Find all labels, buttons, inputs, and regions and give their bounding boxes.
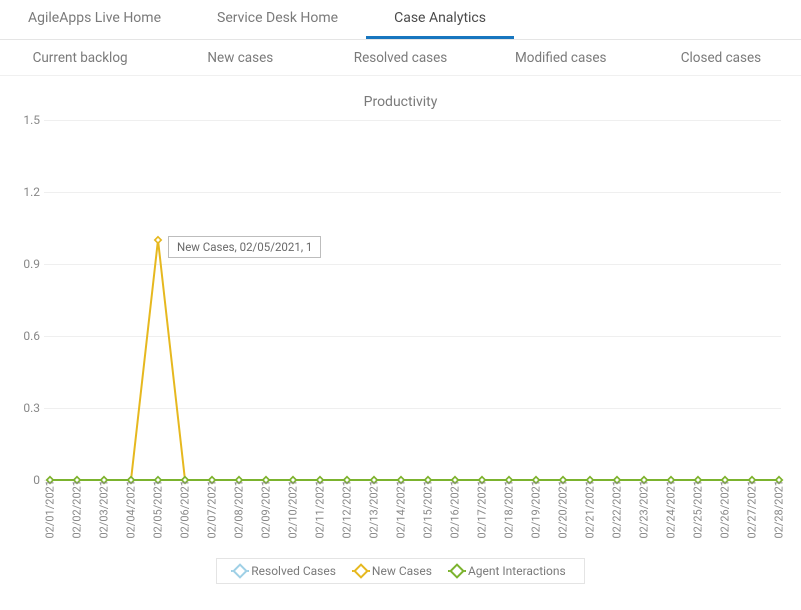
subtab-modified-cases[interactable]: Modified cases bbox=[481, 42, 641, 74]
y-tick-label: 0.6 bbox=[14, 329, 40, 343]
x-tick-label: 02/14/2021 bbox=[395, 480, 408, 539]
data-point[interactable] bbox=[155, 237, 161, 243]
x-tick-label: 02/02/2021 bbox=[71, 480, 84, 539]
x-tick-label: 02/17/2021 bbox=[476, 480, 489, 539]
chart-legend: Resolved Cases New Cases Agent Interacti… bbox=[216, 558, 584, 584]
legend-label: Resolved Cases bbox=[251, 564, 336, 578]
x-tick-label: 02/22/2021 bbox=[611, 480, 624, 539]
series-line bbox=[50, 240, 779, 480]
subtab-closed-cases[interactable]: Closed cases bbox=[641, 42, 801, 74]
x-tick-label: 02/11/2021 bbox=[314, 480, 327, 539]
x-tick-label: 02/21/2021 bbox=[584, 480, 597, 539]
y-tick-label: 1.2 bbox=[14, 185, 40, 199]
chart-svg bbox=[44, 120, 781, 480]
y-tick-label: 0.3 bbox=[14, 401, 40, 415]
tab-agileapps-home[interactable]: AgileApps Live Home bbox=[0, 0, 189, 39]
chart-plot[interactable]: 00.30.60.91.21.5New Cases, 02/05/2021, 1 bbox=[44, 120, 781, 480]
x-tick-label: 02/19/2021 bbox=[530, 480, 543, 539]
x-tick-label: 02/26/2021 bbox=[719, 480, 732, 539]
top-tabs: AgileApps Live Home Service Desk Home Ca… bbox=[0, 0, 801, 40]
x-tick-label: 02/12/2021 bbox=[341, 480, 354, 539]
chart-x-axis: 02/01/2021 02/02/2021 02/03/2021 02/04/2021… bbox=[44, 480, 781, 546]
x-tick-label: 02/16/2021 bbox=[449, 480, 462, 539]
legend-item-new-cases[interactable]: New Cases bbox=[356, 564, 432, 578]
x-tick-label: 02/25/2021 bbox=[692, 480, 705, 539]
x-tick-label: 02/23/2021 bbox=[638, 480, 651, 539]
x-tick-label: 02/13/2021 bbox=[368, 480, 381, 539]
diamond-marker-icon bbox=[452, 566, 462, 576]
y-tick-label: 0.9 bbox=[14, 257, 40, 271]
x-tick-label: 02/20/2021 bbox=[557, 480, 570, 539]
x-tick-label: 02/07/2021 bbox=[206, 480, 219, 539]
x-tick-label: 02/05/2021 bbox=[152, 480, 165, 539]
x-tick-label: 02/08/2021 bbox=[233, 480, 246, 539]
y-tick-label: 0 bbox=[14, 473, 40, 487]
subtab-current-backlog[interactable]: Current backlog bbox=[0, 42, 160, 74]
legend-item-agent-interactions[interactable]: Agent Interactions bbox=[452, 564, 566, 578]
subtab-resolved-cases[interactable]: Resolved cases bbox=[320, 42, 480, 74]
chart-area: Productivity 00.30.60.91.21.5New Cases, … bbox=[0, 76, 801, 594]
legend-label: New Cases bbox=[372, 564, 432, 578]
x-tick-label: 02/06/2021 bbox=[179, 480, 192, 539]
subtab-new-cases[interactable]: New cases bbox=[160, 42, 320, 74]
y-tick-label: 1.5 bbox=[14, 113, 40, 127]
x-tick-label: 02/04/2021 bbox=[125, 480, 138, 539]
chart-title: Productivity bbox=[14, 94, 787, 110]
tab-service-desk-home[interactable]: Service Desk Home bbox=[189, 0, 366, 39]
x-tick-label: 02/15/2021 bbox=[422, 480, 435, 539]
x-tick-label: 02/01/2021 bbox=[44, 480, 57, 539]
x-tick-label: 02/24/2021 bbox=[665, 480, 678, 539]
legend-item-resolved-cases[interactable]: Resolved Cases bbox=[235, 564, 336, 578]
x-tick-label: 02/09/2021 bbox=[260, 480, 273, 539]
legend-label: Agent Interactions bbox=[468, 564, 566, 578]
diamond-marker-icon bbox=[235, 566, 245, 576]
x-tick-label: 02/10/2021 bbox=[287, 480, 300, 539]
tab-case-analytics[interactable]: Case Analytics bbox=[366, 0, 514, 39]
x-tick-label: 02/18/2021 bbox=[503, 480, 516, 539]
diamond-marker-icon bbox=[356, 566, 366, 576]
sub-tabs: Current backlog New cases Resolved cases… bbox=[0, 40, 801, 76]
x-tick-label: 02/28/2021 bbox=[773, 480, 786, 539]
x-tick-label: 02/27/2021 bbox=[746, 480, 759, 539]
x-tick-label: 02/03/2021 bbox=[98, 480, 111, 539]
